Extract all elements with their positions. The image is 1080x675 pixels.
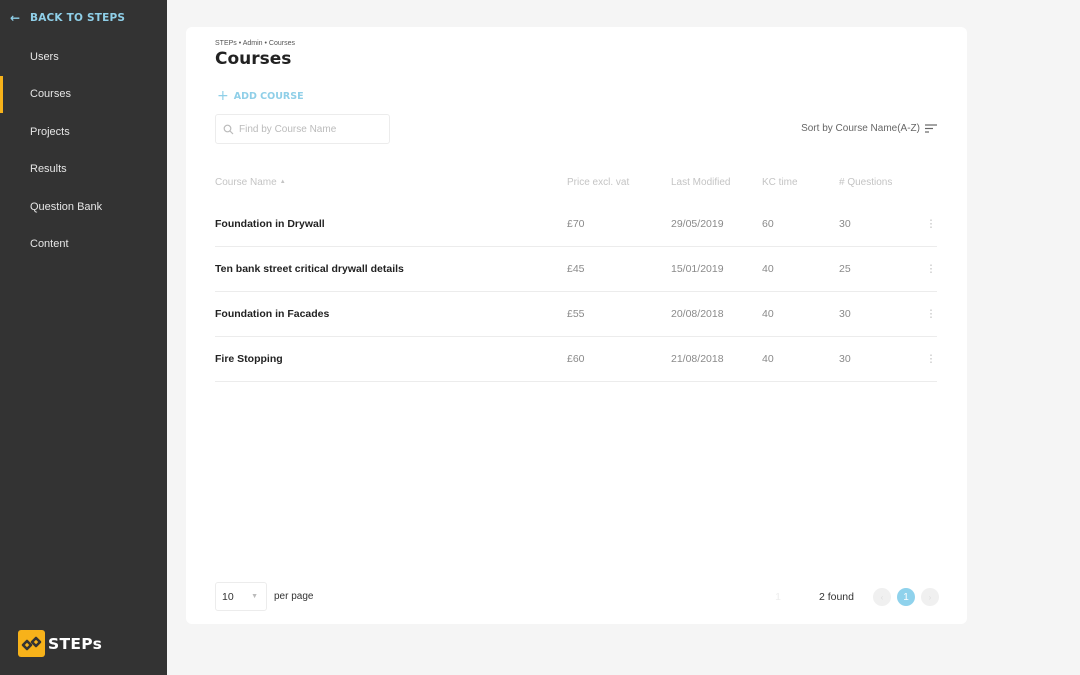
table-row[interactable]: Ten bank street critical drywall details… [215,247,937,292]
page-title: Courses [215,49,292,69]
table-row[interactable]: Foundation in Facades £55 20/08/2018 40 … [215,292,937,337]
course-questions: 25 [839,263,851,275]
page-button-current[interactable]: 1 [897,588,915,606]
search-input[interactable] [239,123,379,135]
table-row[interactable]: Fire Stopping £60 21/08/2018 40 30 ⋮ [215,337,937,382]
breadcrumb: STEPs • Admin • Courses [215,40,295,47]
per-page-value: 10 [222,590,234,603]
add-course-button[interactable]: + ADD COURSE [217,89,304,103]
steps-logo-text: STEPs [48,634,103,653]
more-vertical-icon[interactable]: ⋮ [925,308,937,320]
sidebar-item-label: Users [30,50,59,63]
plus-icon: + [217,88,229,104]
course-name: Fire Stopping [215,353,283,365]
sidebar-item-label: Content [30,238,69,251]
sidebar-item-users[interactable]: Users [0,38,167,76]
course-questions: 30 [839,353,851,365]
sidebar-item-content[interactable]: Content [0,226,167,264]
per-page-select[interactable]: 10 ▼ [215,582,267,611]
per-page-label: per page [274,591,314,602]
pagination: 1 2 found ‹ 1 › [775,588,939,606]
chevron-right-icon: › [928,592,932,602]
steps-logo-icon [18,630,45,657]
column-header-last-modified[interactable]: Last Modified [671,177,762,188]
more-vertical-icon[interactable]: ⋮ [925,353,937,365]
sidebar-item-label: Courses [30,88,71,101]
back-to-steps-link[interactable]: ← BACK TO STEPS [10,11,125,25]
course-kc-time: 40 [762,263,774,275]
sidebar-item-label: Question Bank [30,200,103,213]
more-vertical-icon[interactable]: ⋮ [925,218,937,230]
previous-page-button[interactable]: ‹ [873,588,891,606]
course-last-modified: 15/01/2019 [671,263,724,275]
sort-ascending-icon: ▲ [279,178,286,185]
sidebar-nav: Users Courses Projects Results Question … [0,38,167,263]
courses-card: STEPs • Admin • Courses Courses + ADD CO… [186,27,967,624]
course-kc-time: 40 [762,353,774,365]
chevron-down-icon: ▼ [251,593,258,600]
per-page-control: 10 ▼ per page [215,582,313,611]
search-box [215,114,390,144]
courses-table: Course Name ▲ Price excl. vat Last Modifi… [215,162,937,382]
course-kc-time: 40 [762,308,774,320]
course-last-modified: 29/05/2019 [671,218,724,230]
column-header-price[interactable]: Price excl. vat [567,177,671,188]
column-header-course-name[interactable]: Course Name ▲ [215,177,567,188]
page-indicator: 1 [775,591,781,603]
column-header-kc-time[interactable]: KC time [762,177,839,188]
next-page-button[interactable]: › [921,588,939,606]
arrow-left-icon: ← [10,11,21,25]
sidebar-item-results[interactable]: Results [0,151,167,189]
table-row[interactable]: Foundation in Drywall £70 29/05/2019 60 … [215,202,937,247]
more-vertical-icon[interactable]: ⋮ [925,263,937,275]
course-name: Foundation in Facades [215,308,330,320]
column-header-questions[interactable]: # Questions [839,177,925,188]
sort-label: Sort by Course Name(A-Z) [801,123,920,134]
results-count: 2 found [818,591,854,603]
steps-logo: STEPs [18,630,102,657]
course-name: Foundation in Drywall [215,218,325,230]
course-price: £70 [567,218,585,230]
sidebar-item-question-bank[interactable]: Question Bank [0,188,167,226]
course-questions: 30 [839,218,851,230]
sort-icon [925,124,937,133]
course-price: £55 [567,308,585,320]
course-questions: 30 [839,308,851,320]
sidebar-item-projects[interactable]: Projects [0,113,167,151]
add-course-label: ADD COURSE [233,90,304,102]
course-price: £45 [567,263,585,275]
sidebar-item-label: Results [30,163,67,176]
sidebar-item-label: Projects [30,125,70,138]
sidebar: ← BACK TO STEPS Users Courses Projects R… [0,0,167,675]
column-label: Course Name [215,176,277,188]
search-icon [223,124,234,134]
course-kc-time: 60 [762,218,774,230]
course-price: £60 [567,353,585,365]
sidebar-item-courses[interactable]: Courses [0,75,167,114]
sort-control[interactable]: Sort by Course Name(A-Z) [801,123,937,134]
table-header: Course Name ▲ Price excl. vat Last Modifi… [215,162,937,202]
course-last-modified: 21/08/2018 [671,353,724,365]
back-to-steps-label: BACK TO STEPS [30,12,126,24]
course-last-modified: 20/08/2018 [671,308,724,320]
chevron-left-icon: ‹ [880,592,884,602]
course-name: Ten bank street critical drywall details [215,263,404,275]
